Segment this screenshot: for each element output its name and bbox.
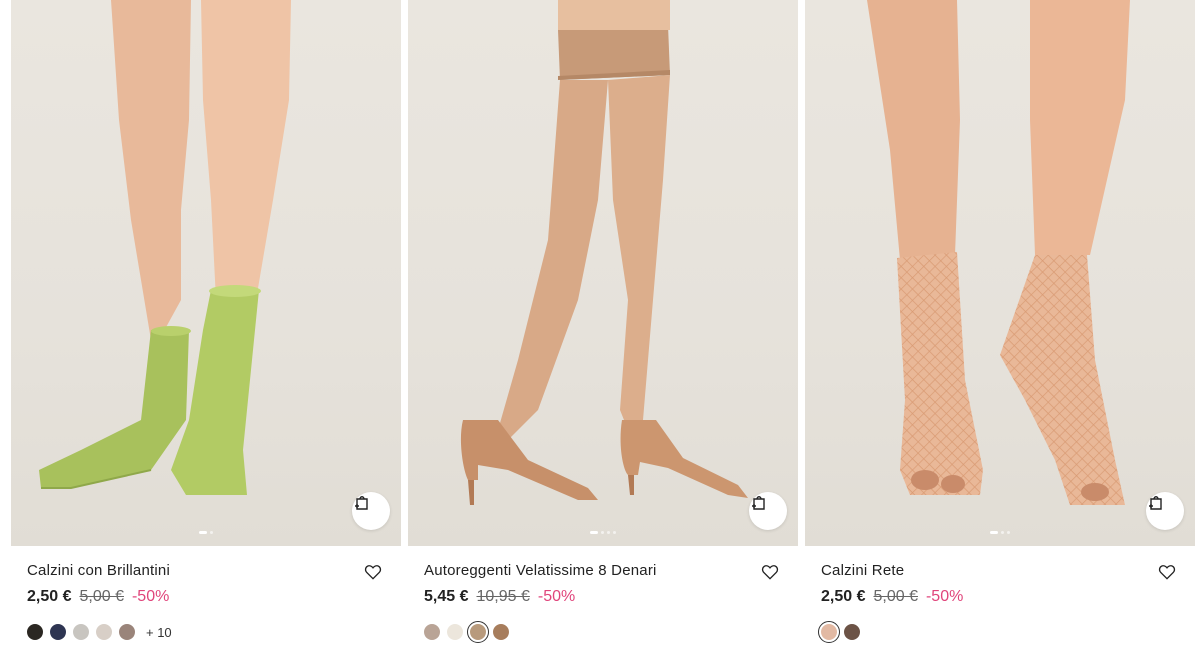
pagination-dot[interactable]: [590, 531, 598, 534]
bag-plus-icon: [355, 496, 368, 510]
product-name[interactable]: Calzini con Brillantini: [27, 562, 170, 579]
image-pagination[interactable]: [408, 531, 798, 534]
wishlist-button[interactable]: [363, 562, 383, 582]
pagination-dot[interactable]: [1001, 531, 1004, 534]
image-pagination[interactable]: [11, 531, 401, 534]
price-row: 2,50 € 5,00 € -50%: [821, 588, 963, 606]
price-row: 2,50 € 5,00 € -50%: [27, 588, 169, 606]
product-name[interactable]: Autoreggenti Velatissime 8 Denari: [424, 562, 657, 579]
add-to-bag-button[interactable]: [749, 492, 787, 530]
product-card: Calzini Rete 2,50 € 5,00 € -50%: [805, 0, 1195, 663]
product-image[interactable]: [11, 0, 401, 546]
pagination-dot[interactable]: [607, 531, 610, 534]
pagination-dot[interactable]: [601, 531, 604, 534]
color-swatch-selected[interactable]: [467, 621, 489, 643]
pagination-dot[interactable]: [613, 531, 616, 534]
more-colors-link[interactable]: + 10: [146, 625, 172, 640]
pagination-dot[interactable]: [210, 531, 213, 534]
image-pagination[interactable]: [805, 531, 1195, 534]
wishlist-button[interactable]: [760, 562, 780, 582]
original-price: 10,95 €: [476, 588, 530, 605]
product-image[interactable]: [408, 0, 798, 546]
current-price: 2,50 €: [821, 588, 866, 605]
product-card: Autoreggenti Velatissime 8 Denari 5,45 €…: [408, 0, 798, 663]
bag-plus-icon: [1149, 496, 1162, 510]
heart-icon: [761, 565, 779, 580]
color-swatches: [424, 621, 509, 643]
original-price: 5,00 €: [873, 588, 918, 605]
bag-plus-icon: [752, 496, 765, 510]
product-grid: Calzini con Brillantini 2,50 € 5,00 € -5…: [0, 0, 1200, 663]
pagination-dot[interactable]: [990, 531, 998, 534]
current-price: 2,50 €: [27, 588, 72, 605]
discount-badge: -50%: [131, 588, 170, 605]
color-swatch[interactable]: [50, 624, 66, 640]
price-row: 5,45 € 10,95 € -50%: [424, 588, 575, 606]
color-swatch[interactable]: [73, 624, 89, 640]
add-to-bag-button[interactable]: [352, 492, 390, 530]
color-swatches: + 10: [27, 624, 172, 640]
original-price: 5,00 €: [79, 588, 124, 605]
product-name[interactable]: Calzini Rete: [821, 562, 904, 579]
color-swatches: [818, 621, 860, 643]
product-photo: [39, 0, 291, 495]
product-card: Calzini con Brillantini 2,50 € 5,00 € -5…: [11, 0, 401, 663]
heart-icon: [1158, 565, 1176, 580]
color-swatch[interactable]: [844, 624, 860, 640]
color-swatch-selected[interactable]: [818, 621, 840, 643]
pagination-dot[interactable]: [199, 531, 207, 534]
wishlist-button[interactable]: [1157, 562, 1177, 582]
product-photo: [460, 0, 748, 505]
discount-badge: -50%: [537, 588, 576, 605]
color-swatch[interactable]: [96, 624, 112, 640]
product-photo: [867, 0, 1130, 505]
color-swatch[interactable]: [119, 624, 135, 640]
color-swatch[interactable]: [493, 624, 509, 640]
add-to-bag-button[interactable]: [1146, 492, 1184, 530]
color-swatch[interactable]: [447, 624, 463, 640]
product-image[interactable]: [805, 0, 1195, 546]
heart-icon: [364, 565, 382, 580]
color-swatch[interactable]: [424, 624, 440, 640]
current-price: 5,45 €: [424, 588, 469, 605]
discount-badge: -50%: [925, 588, 964, 605]
color-swatch[interactable]: [27, 624, 43, 640]
pagination-dot[interactable]: [1007, 531, 1010, 534]
